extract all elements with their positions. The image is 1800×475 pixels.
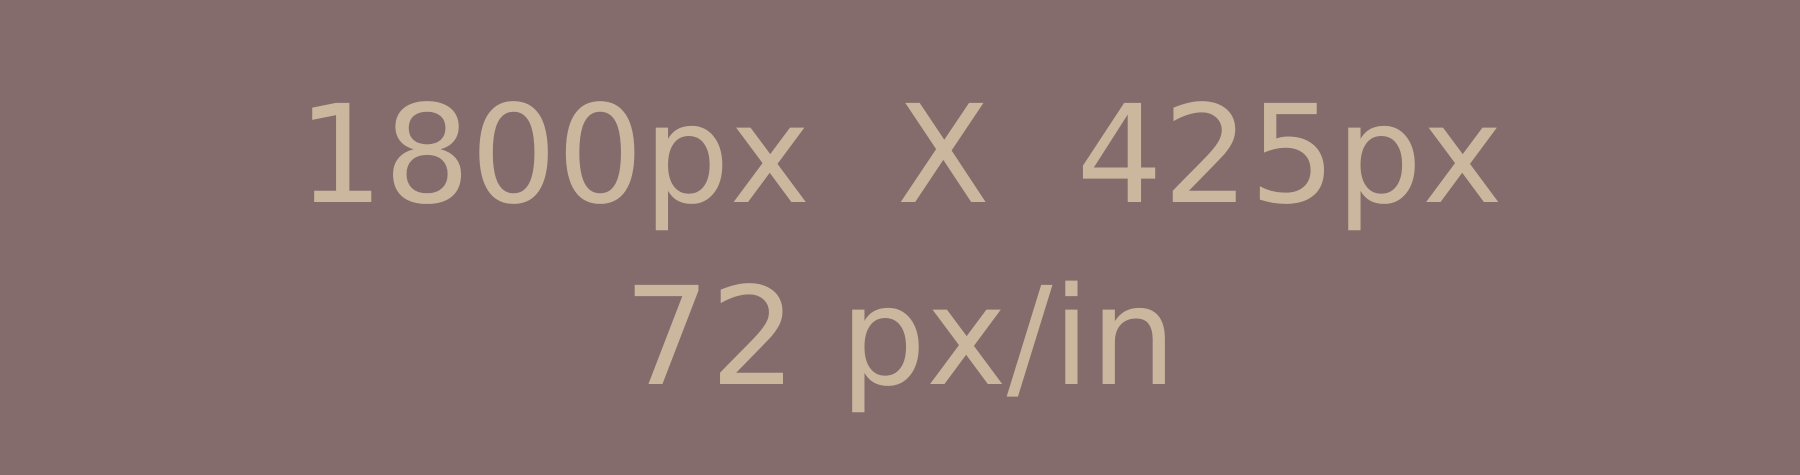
resolution-label: 72 px/in bbox=[623, 259, 1177, 417]
placeholder-image: 1800px X 425px 72 px/in bbox=[0, 0, 1800, 475]
dimensions-label: 1800px X 425px bbox=[297, 77, 1503, 235]
